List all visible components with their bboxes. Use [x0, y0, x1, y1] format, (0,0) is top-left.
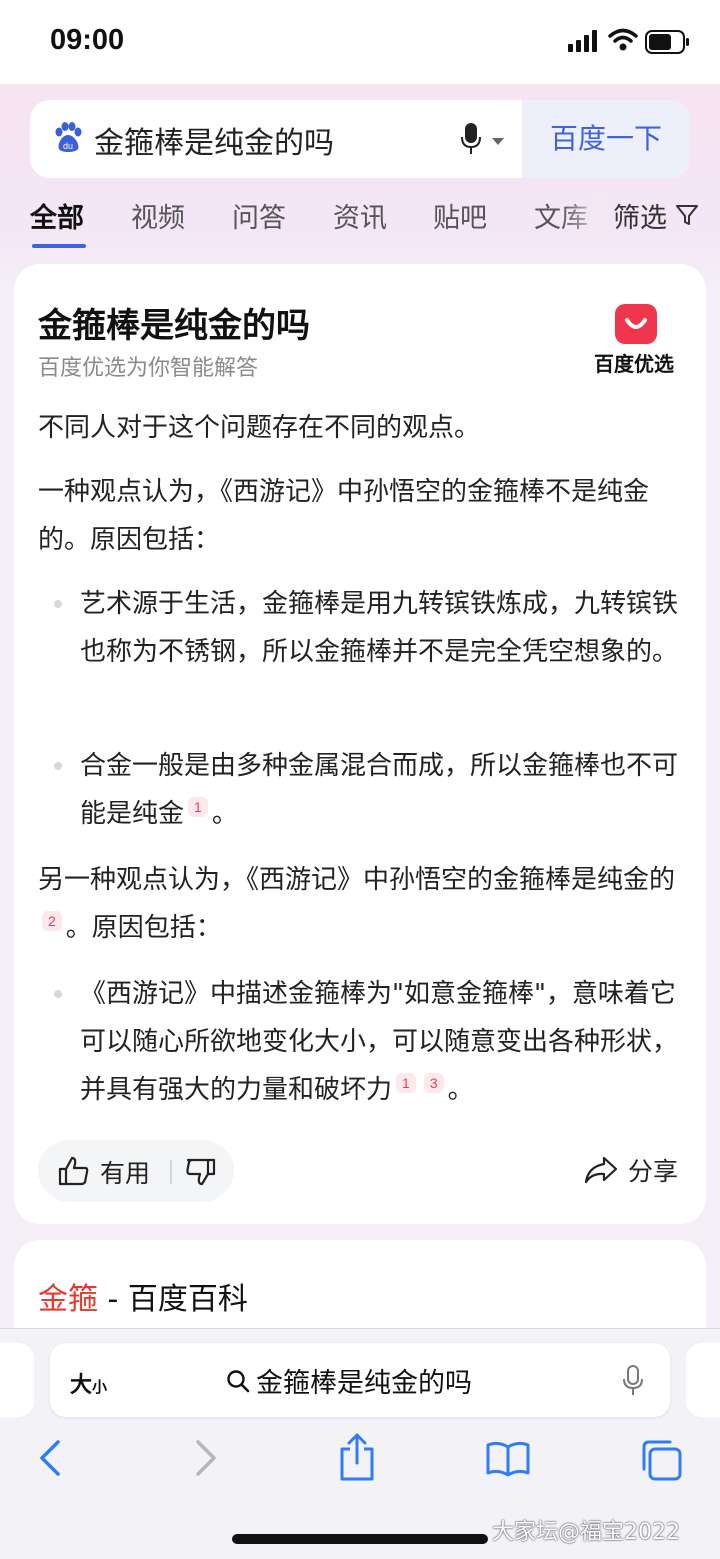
aa-small: 小 — [92, 1378, 108, 1396]
status-bar: 09:00 — [0, 0, 720, 84]
feedback-pill: 有用 — [38, 1140, 234, 1202]
useful-button[interactable]: 有用 — [100, 1154, 150, 1190]
citation-badge[interactable]: 2 — [42, 911, 62, 932]
thumbs-down-icon[interactable] — [186, 1158, 216, 1186]
tab-tieba[interactable]: 贴吧 — [433, 196, 487, 235]
point-text: 《西游记》中描述金箍棒为"如意金箍棒"，意味着它可以随心所欲地变化大小，可以随意… — [80, 979, 679, 1105]
share-button[interactable]: 分享 — [628, 1152, 678, 1188]
bookmarks-book-icon[interactable] — [486, 1441, 530, 1477]
point-text: 合金一般是由多种金属混合而成，所以金箍棒也不可能是纯金 — [80, 751, 679, 829]
forward-chevron-icon[interactable] — [194, 1439, 218, 1477]
answer-intro: 不同人对于这个问题存在不同的观点。 — [38, 413, 481, 443]
view1-point-2: 合金一般是由多种金属混合而成，所以金箍棒也不可能是纯金 1。 — [80, 742, 690, 838]
cellular-signal-icon — [568, 30, 597, 52]
answer-title: 金箍棒是纯金的吗 — [38, 306, 310, 346]
share-arrow-icon[interactable] — [584, 1156, 618, 1184]
tab-qa[interactable]: 问答 — [232, 196, 286, 235]
category-tabs: 全部 视频 问答 资讯 贴吧 文库 — [0, 196, 720, 256]
brand-label: 百度优选 — [594, 352, 674, 376]
address-text[interactable]: 金箍棒是纯金的吗 — [256, 1361, 472, 1400]
view2-point-1: 《西游记》中描述金箍棒为"如意金箍棒"，意味着它可以随心所欲地变化大小，可以随意… — [80, 970, 690, 1114]
filter-funnel-icon[interactable] — [676, 204, 698, 226]
svg-text:du: du — [63, 141, 73, 151]
divider — [170, 1160, 172, 1184]
tab-fade — [560, 196, 608, 236]
point-tail: 。 — [211, 799, 238, 829]
bullet-dot — [54, 600, 62, 608]
baike-result-title[interactable]: 金箍 - 百度百科 — [38, 1274, 248, 1318]
view1-intro: 一种观点认为，《西游记》中孙悟空的金箍棒不是纯金的。原因包括： — [38, 477, 650, 555]
citation-badge[interactable]: 1 — [188, 797, 208, 818]
answer-subtitle: 百度优选为你智能解答 — [38, 356, 259, 381]
view1-point-1: 艺术源于生活，金箍棒是用九转镔铁炼成，九转镔铁也称为不锈钢，所以金箍棒并不是完全… — [80, 589, 679, 667]
filter-button[interactable]: 筛选 — [613, 196, 667, 235]
chevron-down-icon[interactable] — [492, 138, 504, 145]
baidu-paw-icon: du — [55, 122, 82, 152]
view2-text: 另一种观点认为，《西游记》中孙悟空的金箍棒是纯金的 — [38, 865, 676, 895]
active-tab-indicator — [32, 244, 86, 248]
page-settings-button[interactable]: 大小 — [70, 1367, 107, 1399]
watermark-text: 大家坛@福宝2022 — [492, 1520, 680, 1545]
battery-icon — [645, 30, 689, 54]
aa-big: 大 — [70, 1373, 93, 1398]
tab-all[interactable]: 全部 — [30, 196, 84, 235]
back-chevron-icon[interactable] — [38, 1439, 62, 1477]
search-box[interactable]: du 金箍棒是纯金的吗 百度一下 — [30, 100, 690, 178]
status-time: 09:00 — [50, 24, 125, 56]
home-indicator — [232, 1534, 488, 1544]
search-icon — [227, 1370, 250, 1393]
view2-intro: 另一种观点认为，《西游记》中孙悟空的金箍棒是纯金的 2 。原因包括： — [38, 856, 688, 952]
title-highlight: 金箍 — [38, 1282, 98, 1317]
voice-mic-icon[interactable] — [460, 122, 482, 156]
title-rest: - 百度百科 — [98, 1282, 248, 1317]
point-tail: 。 — [447, 1075, 474, 1105]
bullet-dot — [54, 990, 62, 998]
bullet-dot — [54, 762, 62, 770]
search-button[interactable]: 百度一下 — [522, 100, 690, 178]
search-input[interactable]: 金箍棒是纯金的吗 — [94, 118, 334, 162]
voice-mic-icon[interactable] — [622, 1365, 644, 1397]
next-tab-preview[interactable] — [686, 1343, 720, 1417]
share-icon[interactable] — [338, 1433, 376, 1481]
citation-badge[interactable]: 3 — [423, 1073, 444, 1094]
ai-answer-card: 金箍棒是纯金的吗 百度优选为你智能解答 百度优选 不同人对于这个问题存在不同的观… — [14, 264, 706, 1224]
view2-text-tail: 。原因包括： — [65, 913, 222, 943]
previous-tab-preview[interactable] — [0, 1343, 34, 1417]
tab-video[interactable]: 视频 — [131, 196, 185, 235]
tabs-overview-icon[interactable] — [640, 1439, 682, 1481]
wifi-icon — [608, 28, 638, 51]
thumbs-up-icon[interactable] — [58, 1156, 90, 1186]
tab-news[interactable]: 资讯 — [333, 196, 387, 235]
baidu-youxuan-logo-icon — [615, 304, 657, 344]
citation-badge[interactable]: 1 — [396, 1073, 416, 1094]
address-bar[interactable]: 大小 金箍棒是纯金的吗 — [50, 1343, 670, 1417]
